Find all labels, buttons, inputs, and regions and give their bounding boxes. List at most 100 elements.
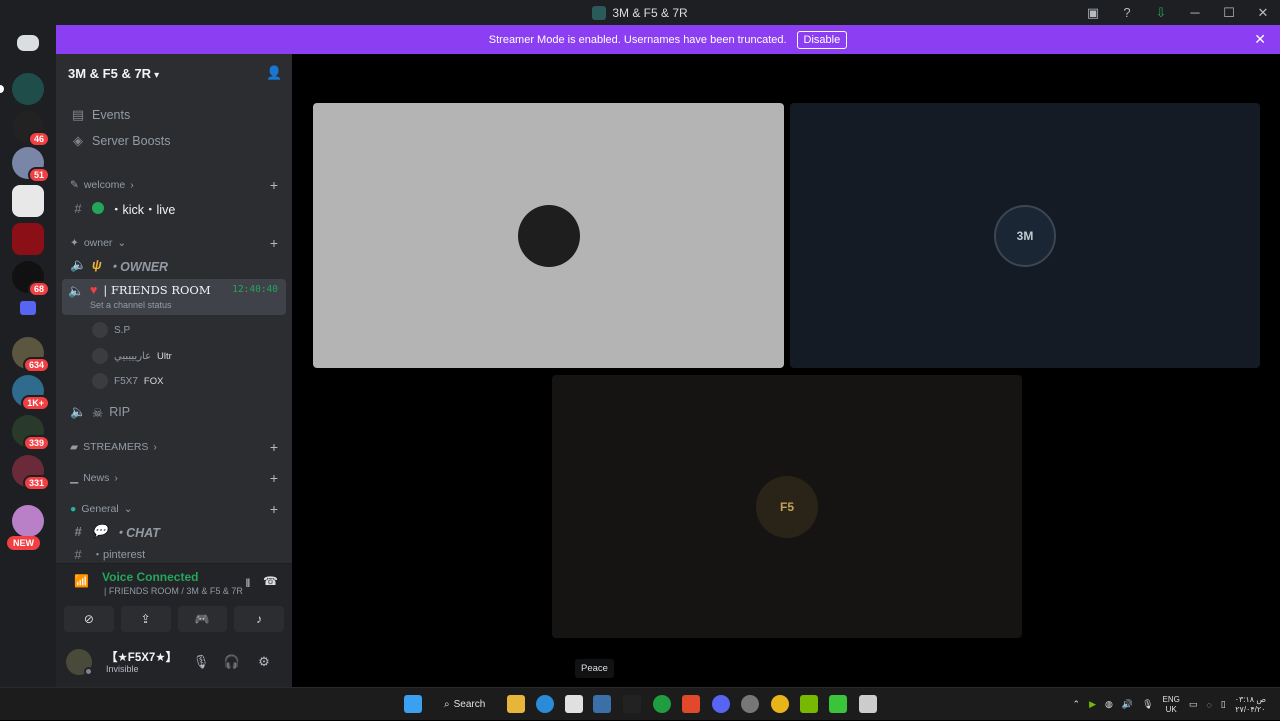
headphones-icon[interactable]: 🎧 bbox=[223, 654, 241, 670]
xbox-icon[interactable] bbox=[653, 695, 671, 713]
guild-icon[interactable]: 68 bbox=[12, 261, 50, 297]
events-item[interactable]: ▤ Events bbox=[64, 102, 284, 128]
participant-tile[interactable]: F5 bbox=[552, 375, 1022, 638]
discord-home-icon[interactable] bbox=[17, 35, 39, 51]
guild-icon[interactable]: 46 bbox=[12, 111, 50, 147]
speech-bubble-icon: 💬 bbox=[92, 523, 108, 538]
disconnect-icon[interactable]: ☎ bbox=[263, 574, 278, 588]
participant-tile[interactable]: 3M bbox=[790, 103, 1260, 368]
start-icon[interactable] bbox=[404, 695, 422, 713]
green-circle-icon bbox=[92, 202, 104, 214]
guild-icon[interactable] bbox=[12, 505, 44, 537]
soundboard-button[interactable]: ♪ bbox=[234, 606, 284, 632]
inbox-icon[interactable]: ▣ bbox=[1076, 0, 1110, 25]
invite-people-icon[interactable]: 👤 bbox=[266, 65, 282, 81]
guild-icon[interactable]: 331 bbox=[12, 455, 50, 491]
channel-chat[interactable]: # 💬 ・CHAT bbox=[64, 518, 284, 544]
language-indicator[interactable]: ENG UK bbox=[1163, 695, 1180, 715]
channel-kick-live[interactable]: # ・kick・live bbox=[64, 195, 284, 221]
clock[interactable]: ۰۳:۱۸ ص ۲۷/۰۴/۲۰ bbox=[1235, 695, 1266, 715]
chevron-up-icon[interactable]: ⌃ bbox=[1073, 699, 1081, 710]
category-streamers[interactable]: ▰ STREAMERS › + bbox=[64, 437, 284, 457]
channel-friends-room[interactable]: 🔈 ♥ | FRIENDS ROOM 12:40:40 Set a channe… bbox=[62, 279, 286, 315]
nvidia-icon[interactable] bbox=[800, 695, 818, 713]
disable-streamer-mode-button[interactable]: Disable bbox=[796, 30, 848, 49]
battery-icon[interactable]: ▯ bbox=[1221, 699, 1226, 710]
channel-kick-live-label: ・kick・live bbox=[110, 202, 176, 217]
create-channel-icon[interactable]: + bbox=[270, 470, 278, 486]
channel-pinterest[interactable]: # ・pinterest bbox=[64, 546, 284, 562]
speaker-icon: 🔈 bbox=[68, 283, 85, 298]
guild-icon[interactable] bbox=[12, 223, 44, 255]
os-taskbar: ⌕ Search ⌃ ▶ ◍ 🔊 🎙 ENG UK ▭ ◌ ▯ ۰۳:۱۸ ص ۲۷/… bbox=[0, 687, 1280, 720]
discord-icon[interactable] bbox=[712, 695, 730, 713]
voice-user[interactable]: عاريييبيي Ultr bbox=[92, 345, 172, 367]
create-channel-icon[interactable]: + bbox=[270, 177, 278, 193]
guild-icon[interactable] bbox=[12, 185, 44, 217]
create-channel-icon[interactable]: + bbox=[270, 235, 278, 251]
guild-icon[interactable]: 634 bbox=[12, 337, 50, 373]
close-window-icon[interactable]: ✕ bbox=[1246, 0, 1280, 25]
steam-icon[interactable] bbox=[741, 695, 759, 713]
category-welcome[interactable]: ✎ welcome › + bbox=[64, 175, 284, 195]
vscode-icon[interactable] bbox=[593, 695, 611, 713]
nvidia-tray-icon[interactable]: ▶ bbox=[1089, 699, 1096, 710]
noise-suppression-icon[interactable]: 𝍪 bbox=[246, 574, 250, 595]
brave-icon[interactable] bbox=[682, 695, 700, 713]
window-title-group: 3M & F5 & 7R bbox=[592, 5, 688, 20]
epic-games-icon[interactable] bbox=[623, 695, 641, 713]
search-button[interactable]: ⌕ Search bbox=[436, 694, 493, 714]
server-boosts-item[interactable]: ◈ Server Boosts bbox=[64, 128, 284, 154]
guild-badge: 339 bbox=[22, 435, 50, 451]
screen-share-button[interactable]: ⇪ bbox=[120, 606, 171, 632]
maximize-icon[interactable]: ☐ bbox=[1212, 0, 1246, 25]
server-header[interactable]: 3M & F5 & 7R ▾ 👤 bbox=[56, 54, 292, 92]
edge-icon[interactable] bbox=[536, 695, 554, 713]
help-icon[interactable]: ? bbox=[1110, 0, 1144, 25]
play-icon[interactable] bbox=[829, 695, 847, 713]
guild-icon[interactable] bbox=[0, 73, 44, 105]
channel-rip[interactable]: 🔈 ☠ RIP bbox=[64, 399, 284, 425]
close-banner-icon[interactable]: ✕ bbox=[1254, 31, 1266, 48]
create-channel-icon[interactable]: + bbox=[270, 501, 278, 517]
guild-icon[interactable]: 1K+ bbox=[12, 375, 50, 411]
chevron-down-icon: ⌄ bbox=[123, 503, 133, 515]
folder-icon[interactable] bbox=[20, 301, 36, 315]
category-owner[interactable]: ✦ owner ⌄ + bbox=[64, 233, 284, 253]
category-general[interactable]: ● General ⌄ + bbox=[64, 499, 284, 519]
participant-tile[interactable] bbox=[313, 103, 784, 368]
server-boosts-label: Server Boosts bbox=[92, 134, 171, 148]
microphone-tray-icon[interactable]: 🎙 bbox=[1142, 699, 1153, 710]
new-badge[interactable]: NEW bbox=[7, 536, 40, 550]
language-region: UK bbox=[1165, 704, 1177, 714]
display-icon[interactable]: ▭ bbox=[1189, 699, 1198, 710]
avatar bbox=[517, 204, 580, 267]
guild-icon[interactable]: 339 bbox=[12, 415, 50, 451]
file-explorer-icon[interactable] bbox=[507, 695, 525, 713]
voice-user-tag: Ultr bbox=[157, 350, 172, 362]
create-channel-icon[interactable]: + bbox=[270, 439, 278, 455]
minimize-icon[interactable]: ─ bbox=[1178, 0, 1212, 25]
store-icon[interactable] bbox=[565, 695, 583, 713]
guild-icon[interactable]: 51 bbox=[12, 147, 50, 183]
microphone-icon[interactable]: 🎙 bbox=[192, 654, 210, 670]
gear-icon[interactable]: ⚙ bbox=[255, 654, 273, 670]
voice-user[interactable]: S.P bbox=[92, 319, 136, 341]
channel-status-prompt[interactable]: Set a channel status bbox=[90, 300, 172, 310]
network-icon[interactable]: ◍ bbox=[1105, 699, 1113, 710]
chrome-icon[interactable] bbox=[771, 695, 789, 713]
voice-user-name: F5X7 bbox=[114, 375, 138, 387]
voice-connected-title[interactable]: Voice Connected bbox=[102, 570, 198, 584]
camera-off-button[interactable]: ⊘ bbox=[64, 606, 114, 632]
capture-icon[interactable] bbox=[859, 695, 877, 713]
channel-owner[interactable]: 🔈 ψ ・OWNER bbox=[64, 252, 284, 278]
volume-icon[interactable]: 🔊 bbox=[1122, 699, 1133, 710]
signal-icon[interactable]: 📶 bbox=[74, 574, 90, 590]
download-icon[interactable]: ⇩ bbox=[1144, 0, 1178, 25]
voice-connected-subtitle[interactable]: | FRIENDS ROOM / 3M & F5 & 7R bbox=[104, 586, 243, 596]
category-news[interactable]: ▁ News › + bbox=[64, 468, 284, 488]
activity-button[interactable]: 🎮 bbox=[177, 606, 228, 632]
voice-user[interactable]: F5X7 FOX bbox=[92, 370, 163, 392]
wifi-icon[interactable]: ◌ bbox=[1206, 700, 1211, 710]
user-name[interactable]: 【★F5X7★】 bbox=[106, 649, 177, 665]
